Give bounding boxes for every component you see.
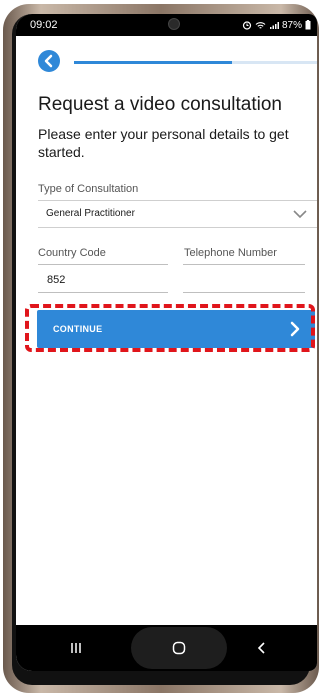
battery-percent: 87% [281, 19, 302, 31]
screen: 09:02 87% Request a video consultation P… [16, 14, 317, 671]
country-code-underline [38, 292, 168, 293]
alarm-icon [242, 21, 252, 30]
country-code-label: Country Code [38, 247, 106, 259]
recent-apps-icon [71, 643, 81, 653]
country-code-top-rule [38, 264, 168, 265]
signal-icon [269, 21, 279, 29]
status-icons: 87% [242, 20, 311, 31]
telephone-top-rule [183, 264, 305, 265]
battery-icon [305, 20, 311, 30]
header [16, 42, 317, 82]
progress-fill [74, 61, 232, 64]
consultation-type-label: Type of Consultation [38, 183, 139, 195]
progress-bar [74, 61, 317, 64]
telephone-label: Telephone Number [184, 247, 277, 259]
status-bar: 09:02 87% [16, 14, 317, 36]
back-icon [257, 642, 265, 654]
consultation-type-value: General Practitioner [46, 208, 135, 219]
recent-apps-button[interactable] [56, 625, 96, 671]
home-button[interactable] [159, 625, 199, 671]
status-time: 09:02 [30, 19, 58, 31]
page-subtitle: Please enter your personal details to ge… [38, 126, 289, 160]
chevron-down-icon [293, 210, 307, 219]
home-icon [172, 641, 186, 655]
continue-highlight-box [25, 304, 315, 352]
chevron-left-icon [44, 54, 53, 68]
android-nav-bar [16, 625, 317, 671]
page-title: Request a video consultation [38, 94, 282, 115]
back-button[interactable] [38, 50, 60, 72]
wifi-icon [255, 21, 266, 29]
front-camera [168, 18, 180, 30]
telephone-underline [183, 292, 305, 293]
consultation-type-select[interactable]: General Practitioner [38, 200, 317, 228]
telephone-input[interactable] [188, 274, 303, 288]
nav-back-button[interactable] [242, 625, 282, 671]
country-code-input[interactable]: 852 [47, 274, 65, 286]
